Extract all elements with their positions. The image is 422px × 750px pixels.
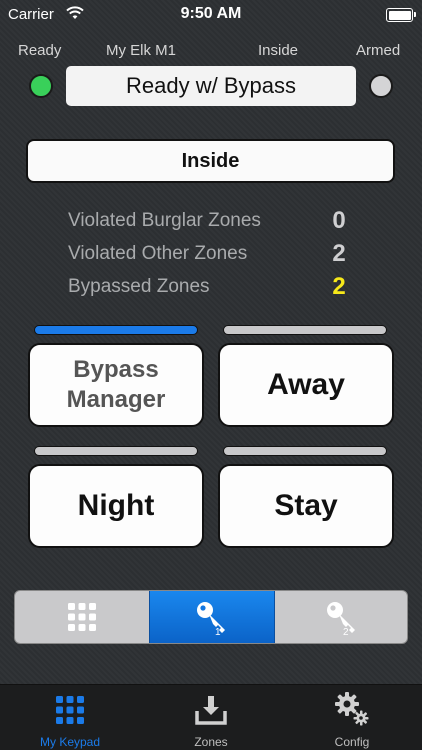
keypad-grid-icon xyxy=(56,696,84,724)
stay-button[interactable]: Stay xyxy=(218,464,394,548)
gears-icon xyxy=(335,692,369,726)
keypad-mode-segmented-control: 1 2 xyxy=(14,590,408,644)
tab-config[interactable]: Config xyxy=(282,685,422,750)
violated-burglar-zones-label: Violated Burglar Zones xyxy=(68,210,261,231)
segment-key-2[interactable]: 2 xyxy=(275,591,409,643)
away-indicator-bar xyxy=(223,325,387,335)
system-name-label: My Elk M1 xyxy=(106,42,177,59)
violated-other-zones-count: 2 xyxy=(332,240,346,267)
segment-keypad[interactable] xyxy=(15,591,149,643)
area-selector-button[interactable]: Inside xyxy=(26,139,395,183)
key-icon xyxy=(197,602,225,633)
segment-key-1-number: 1 xyxy=(215,627,221,638)
area-label: Inside xyxy=(258,42,299,59)
status-bar: Carrier 9:50 AM xyxy=(0,0,422,30)
clock: 9:50 AM xyxy=(180,5,242,22)
battery-icon xyxy=(386,8,416,22)
night-indicator-bar xyxy=(34,446,198,456)
armed-indicator-light xyxy=(369,74,393,98)
bypassed-zones-count: 2 xyxy=(332,273,346,300)
arm-status-display: Ready w/ Bypass xyxy=(66,66,356,106)
stay-indicator-bar xyxy=(223,446,387,456)
ready-indicator-light xyxy=(29,74,53,98)
night-button[interactable]: Night xyxy=(28,464,204,548)
keypad-screen: Carrier 9:50 AM Ready My Elk M1 Inside A… xyxy=(0,0,422,750)
armed-label: Armed xyxy=(356,42,401,59)
bypass-manager-line2: Manager xyxy=(66,386,166,413)
violated-other-zones-label: Violated Other Zones xyxy=(68,243,248,264)
tab-config-label: Config xyxy=(334,735,370,749)
segment-key-1[interactable]: 1 xyxy=(149,591,275,643)
tab-my-keypad[interactable]: My Keypad xyxy=(0,685,140,750)
away-button[interactable]: Away xyxy=(218,343,394,427)
keypad-grid-icon xyxy=(68,603,96,631)
bypass-manager-line1: Bypass xyxy=(73,356,159,383)
segment-key-2-number: 2 xyxy=(343,627,349,638)
tab-zones[interactable]: Zones xyxy=(141,685,281,750)
bypass-manager-button[interactable]: Bypass Manager xyxy=(28,343,204,427)
violated-burglar-zones-count: 0 xyxy=(332,207,346,234)
tab-bar: My Keypad Zones Config xyxy=(0,684,422,750)
download-tray-icon xyxy=(195,696,227,725)
tab-zones-label: Zones xyxy=(194,735,228,749)
bypassed-zones-label: Bypassed Zones xyxy=(68,276,210,297)
ready-label: Ready xyxy=(18,42,62,59)
tab-my-keypad-label: My Keypad xyxy=(39,735,101,749)
key-icon xyxy=(327,602,355,633)
bypass-indicator-bar xyxy=(34,325,198,335)
